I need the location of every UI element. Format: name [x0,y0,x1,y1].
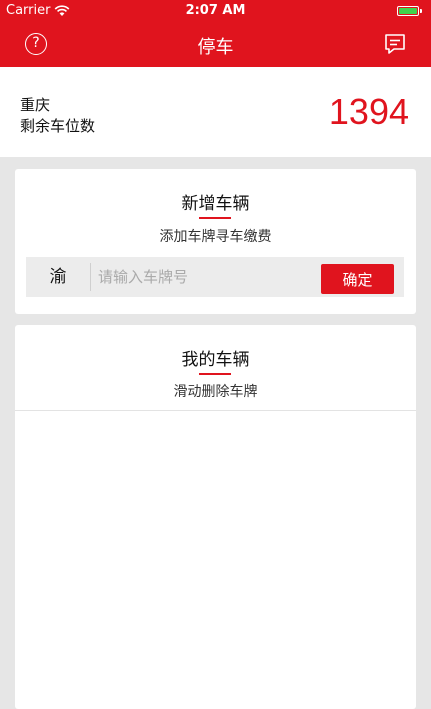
add-vehicle-subtitle: 添加车牌寻车缴费 [159,229,272,245]
remaining-spaces-label: 剩余车位数 [20,117,96,135]
status-time: 2:07 AM [185,3,246,18]
battery-cap [420,9,422,13]
title-underline [199,373,231,375]
plate-number-input[interactable] [92,257,314,297]
city-label: 重庆 [20,96,51,114]
chat-bubble-icon [385,34,405,54]
header-bar: Carrier 2:07 AM ? 停车 [0,0,431,67]
battery-icon [397,6,422,16]
add-vehicle-card: 新增车辆 添加车牌寻车缴费 渝 确定 [15,169,416,314]
message-button[interactable] [383,32,407,56]
parking-info-panel: 重庆 剩余车位数 1394 [0,67,431,157]
my-vehicles-subtitle: 滑动删除车牌 [173,384,258,400]
plate-input-row: 渝 确定 [26,257,404,297]
province-selector[interactable]: 渝 [26,257,90,297]
title-underline [199,217,231,219]
remaining-spaces-count: 1394 [328,91,409,132]
battery-level [399,8,417,14]
page-title: 停车 [197,37,234,58]
add-vehicle-title: 新增车辆 [181,194,250,214]
confirm-button[interactable]: 确定 [321,264,394,294]
my-vehicles-title: 我的车辆 [181,350,250,370]
navigation-bar: ? 停车 [0,22,431,67]
my-vehicles-card: 我的车辆 滑动删除车牌 [15,325,416,709]
status-bar: Carrier 2:07 AM [0,0,431,22]
vehicle-list[interactable] [15,411,416,709]
input-divider [90,263,91,291]
